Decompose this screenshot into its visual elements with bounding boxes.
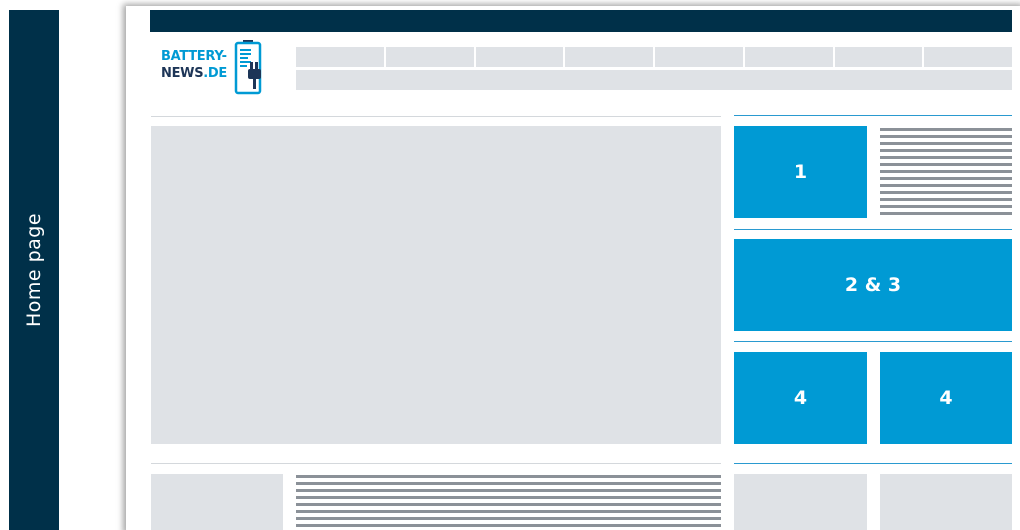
nav-item-placeholder[interactable]	[655, 47, 745, 67]
ad-slot-2-3: 2 & 3	[734, 239, 1012, 331]
nav-item-placeholder[interactable]	[924, 47, 1012, 67]
ad-slot-4-left: 4	[734, 352, 867, 444]
nav-item-placeholder[interactable]	[565, 47, 655, 67]
side-label-bar: Home page	[9, 10, 59, 530]
sub-navigation-bar	[296, 70, 1012, 90]
ad-slot-1: 1	[734, 126, 867, 218]
sidebar-box-placeholder	[880, 474, 1012, 530]
battery-plug-icon	[234, 40, 262, 95]
logo-line2-main: NEWS	[161, 66, 204, 81]
navigation-bar	[296, 47, 1012, 67]
divider-accent	[734, 229, 1012, 230]
top-bar	[150, 10, 1012, 32]
ad-slot-label: 4	[939, 387, 953, 409]
divider-accent	[734, 341, 1012, 342]
ad-slot-label: 4	[793, 387, 808, 409]
hero-placeholder	[151, 126, 721, 444]
site-logo: BATTERY- NEWS.DE	[161, 40, 271, 96]
nav-item-placeholder[interactable]	[386, 47, 476, 67]
divider	[151, 463, 721, 464]
ad-slot-label: 2 & 3	[844, 274, 902, 296]
sidebar-box-placeholder	[734, 474, 867, 530]
thumbnail-placeholder	[151, 474, 283, 530]
logo-line1: BATTERY-	[161, 49, 227, 64]
nav-item-placeholder[interactable]	[835, 47, 925, 67]
side-label-text: Home page	[23, 212, 45, 328]
logo-line2-accent: .DE	[203, 66, 227, 81]
ad-slot-label: 1	[793, 161, 808, 183]
divider-accent	[734, 115, 1012, 116]
nav-item-placeholder[interactable]	[296, 47, 386, 67]
text-block-placeholder	[880, 128, 1012, 216]
ad-slot-4-right: 4	[880, 352, 1012, 444]
divider-accent	[734, 463, 1012, 464]
nav-item-placeholder[interactable]	[476, 47, 566, 67]
divider	[151, 116, 721, 117]
article-text-placeholder	[296, 475, 721, 530]
nav-item-placeholder[interactable]	[745, 47, 835, 67]
